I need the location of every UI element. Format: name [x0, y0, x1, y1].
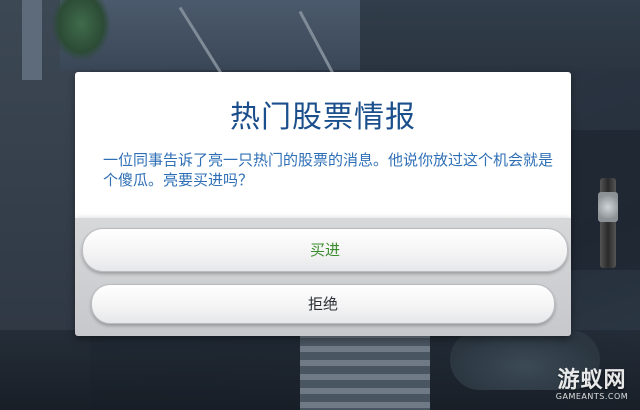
- stairs: [300, 332, 430, 410]
- site-watermark: 游蚁网 GAMEANTS.COM: [548, 362, 636, 401]
- dialog-title: 热门股票情报: [230, 100, 416, 135]
- roof-section: [360, 0, 640, 70]
- refuse-button[interactable]: 拒绝: [91, 284, 555, 324]
- watermark-logo-text: 游蚁网: [557, 368, 627, 393]
- porch-pillar: [22, 0, 42, 80]
- buy-button[interactable]: 买进: [82, 228, 568, 272]
- dialog-header-panel: 热门股票情报 一位同事告诉了亮一只热门的股票的消息。他说你放过这个机会就是个傻瓜…: [75, 72, 571, 218]
- dialog-message: 一位同事告诉了亮一只热门的股票的消息。他说你放过这个机会就是个傻瓜。亮要买进吗？: [103, 151, 554, 189]
- watermark-url: GAMEANTS.COM: [555, 392, 629, 401]
- lamp-light: [598, 192, 618, 222]
- potted-plant: [52, 0, 110, 60]
- dialog-button-panel: 买进 拒绝: [75, 218, 571, 336]
- stock-tip-dialog: 热门股票情报 一位同事告诉了亮一只热门的股票的消息。他说你放过这个机会就是个傻瓜…: [75, 72, 571, 336]
